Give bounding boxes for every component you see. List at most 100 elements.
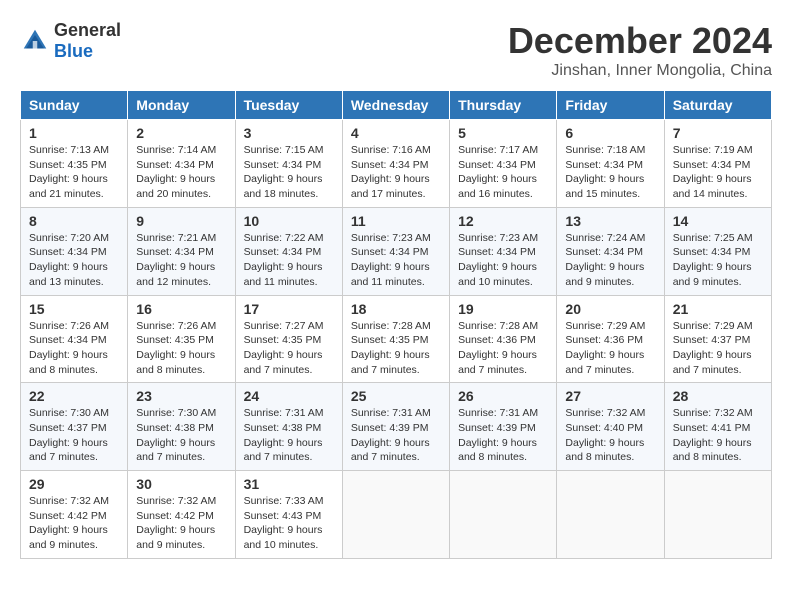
day-number: 26 (458, 388, 548, 404)
calendar-cell (342, 471, 449, 559)
calendar-cell: 7 Sunrise: 7:19 AMSunset: 4:34 PMDaylight… (664, 120, 771, 208)
calendar-cell: 6Sunrise: 7:18 AMSunset: 4:34 PMDaylight… (557, 120, 664, 208)
day-info: Sunrise: 7:14 AMSunset: 4:34 PMDaylight:… (136, 143, 226, 202)
day-number: 24 (244, 388, 334, 404)
calendar-cell: 11Sunrise: 7:23 AMSunset: 4:34 PMDayligh… (342, 207, 449, 295)
day-info: Sunrise: 7:31 AMSunset: 4:39 PMDaylight:… (351, 406, 441, 465)
day-number: 9 (136, 213, 226, 229)
calendar-table: SundayMondayTuesdayWednesdayThursdayFrid… (20, 90, 772, 559)
day-info: Sunrise: 7:23 AMSunset: 4:34 PMDaylight:… (351, 231, 441, 290)
calendar-header: SundayMondayTuesdayWednesdayThursdayFrid… (21, 91, 772, 120)
weekday-header: Tuesday (235, 91, 342, 120)
calendar-cell: 24 Sunrise: 7:31 AMSunset: 4:38 PMDayligh… (235, 383, 342, 471)
calendar-cell (664, 471, 771, 559)
logo-icon (20, 26, 50, 56)
day-info: Sunrise: 7:19 AMSunset: 4:34 PMDaylight:… (673, 143, 763, 202)
calendar-cell: 20 Sunrise: 7:29 AMSunset: 4:36 PMDayligh… (557, 295, 664, 383)
day-number: 5 (458, 125, 548, 141)
day-number: 25 (351, 388, 441, 404)
day-info: Sunrise: 7:26 AMSunset: 4:34 PMDaylight:… (29, 319, 119, 378)
calendar-cell: 2Sunrise: 7:14 AMSunset: 4:34 PMDaylight… (128, 120, 235, 208)
weekday-header: Sunday (21, 91, 128, 120)
calendar-cell: 28 Sunrise: 7:32 AMSunset: 4:41 PMDayligh… (664, 383, 771, 471)
day-number: 7 (673, 125, 763, 141)
day-number: 22 (29, 388, 119, 404)
calendar-cell: 15Sunrise: 7:26 AMSunset: 4:34 PMDayligh… (21, 295, 128, 383)
calendar-cell: 19 Sunrise: 7:28 AMSunset: 4:36 PMDayligh… (450, 295, 557, 383)
weekday-header: Wednesday (342, 91, 449, 120)
day-info: Sunrise: 7:15 AMSunset: 4:34 PMDaylight:… (244, 143, 334, 202)
day-info: Sunrise: 7:25 AMSunset: 4:34 PMDaylight:… (673, 231, 763, 290)
weekday-header: Monday (128, 91, 235, 120)
calendar-week: 15Sunrise: 7:26 AMSunset: 4:34 PMDayligh… (21, 295, 772, 383)
day-number: 30 (136, 476, 226, 492)
page-header: General Blue December 2024 Jinshan, Inne… (20, 20, 772, 80)
calendar-week: 1Sunrise: 7:13 AMSunset: 4:35 PMDaylight… (21, 120, 772, 208)
calendar-cell: 9Sunrise: 7:21 AMSunset: 4:34 PMDaylight… (128, 207, 235, 295)
day-number: 12 (458, 213, 548, 229)
day-info: Sunrise: 7:27 AMSunset: 4:35 PMDaylight:… (244, 319, 334, 378)
calendar-cell: 10Sunrise: 7:22 AMSunset: 4:34 PMDayligh… (235, 207, 342, 295)
day-number: 16 (136, 301, 226, 317)
day-info: Sunrise: 7:20 AMSunset: 4:34 PMDaylight:… (29, 231, 119, 290)
day-info: Sunrise: 7:26 AMSunset: 4:35 PMDaylight:… (136, 319, 226, 378)
calendar-cell: 21Sunrise: 7:29 AMSunset: 4:37 PMDayligh… (664, 295, 771, 383)
day-info: Sunrise: 7:30 AMSunset: 4:38 PMDaylight:… (136, 406, 226, 465)
calendar-cell: 31Sunrise: 7:33 AMSunset: 4:43 PMDayligh… (235, 471, 342, 559)
day-number: 3 (244, 125, 334, 141)
calendar-body: 1Sunrise: 7:13 AMSunset: 4:35 PMDaylight… (21, 120, 772, 559)
day-info: Sunrise: 7:31 AMSunset: 4:38 PMDaylight:… (244, 406, 334, 465)
month-title: December 2024 (508, 20, 772, 62)
day-info: Sunrise: 7:32 AMSunset: 4:40 PMDaylight:… (565, 406, 655, 465)
logo-general: General (54, 20, 121, 40)
day-info: Sunrise: 7:28 AMSunset: 4:35 PMDaylight:… (351, 319, 441, 378)
day-number: 20 (565, 301, 655, 317)
day-number: 23 (136, 388, 226, 404)
calendar-cell: 13 Sunrise: 7:24 AMSunset: 4:34 PMDayligh… (557, 207, 664, 295)
calendar-cell (450, 471, 557, 559)
day-info: Sunrise: 7:28 AMSunset: 4:36 PMDaylight:… (458, 319, 548, 378)
day-number: 21 (673, 301, 763, 317)
day-number: 18 (351, 301, 441, 317)
day-info: Sunrise: 7:31 AMSunset: 4:39 PMDaylight:… (458, 406, 548, 465)
day-info: Sunrise: 7:23 AMSunset: 4:34 PMDaylight:… (458, 231, 548, 290)
weekday-header: Saturday (664, 91, 771, 120)
location: Jinshan, Inner Mongolia, China (508, 62, 772, 80)
calendar-cell: 16 Sunrise: 7:26 AMSunset: 4:35 PMDayligh… (128, 295, 235, 383)
calendar-cell: 17Sunrise: 7:27 AMSunset: 4:35 PMDayligh… (235, 295, 342, 383)
day-number: 6 (565, 125, 655, 141)
calendar-cell: 23 Sunrise: 7:30 AMSunset: 4:38 PMDayligh… (128, 383, 235, 471)
day-number: 27 (565, 388, 655, 404)
day-info: Sunrise: 7:32 AMSunset: 4:42 PMDaylight:… (136, 494, 226, 553)
calendar-week: 29 Sunrise: 7:32 AMSunset: 4:42 PMDayligh… (21, 471, 772, 559)
day-number: 13 (565, 213, 655, 229)
day-info: Sunrise: 7:13 AMSunset: 4:35 PMDaylight:… (29, 143, 119, 202)
weekday-header: Friday (557, 91, 664, 120)
calendar-cell: 4 Sunrise: 7:16 AMSunset: 4:34 PMDaylight… (342, 120, 449, 208)
calendar-cell: 18 Sunrise: 7:28 AMSunset: 4:35 PMDayligh… (342, 295, 449, 383)
calendar-cell: 1Sunrise: 7:13 AMSunset: 4:35 PMDaylight… (21, 120, 128, 208)
day-info: Sunrise: 7:32 AMSunset: 4:42 PMDaylight:… (29, 494, 119, 553)
day-number: 10 (244, 213, 334, 229)
day-number: 14 (673, 213, 763, 229)
day-number: 4 (351, 125, 441, 141)
day-number: 29 (29, 476, 119, 492)
day-info: Sunrise: 7:29 AMSunset: 4:36 PMDaylight:… (565, 319, 655, 378)
calendar-cell: 30 Sunrise: 7:32 AMSunset: 4:42 PMDayligh… (128, 471, 235, 559)
weekday-row: SundayMondayTuesdayWednesdayThursdayFrid… (21, 91, 772, 120)
day-number: 8 (29, 213, 119, 229)
day-number: 28 (673, 388, 763, 404)
day-info: Sunrise: 7:33 AMSunset: 4:43 PMDaylight:… (244, 494, 334, 553)
calendar-cell: 22 Sunrise: 7:30 AMSunset: 4:37 PMDayligh… (21, 383, 128, 471)
day-info: Sunrise: 7:32 AMSunset: 4:41 PMDaylight:… (673, 406, 763, 465)
logo-blue: Blue (54, 41, 93, 61)
calendar-cell: 25 Sunrise: 7:31 AMSunset: 4:39 PMDayligh… (342, 383, 449, 471)
day-number: 19 (458, 301, 548, 317)
day-info: Sunrise: 7:16 AMSunset: 4:34 PMDaylight:… (351, 143, 441, 202)
day-info: Sunrise: 7:30 AMSunset: 4:37 PMDaylight:… (29, 406, 119, 465)
calendar-cell: 29 Sunrise: 7:32 AMSunset: 4:42 PMDayligh… (21, 471, 128, 559)
calendar-week: 22 Sunrise: 7:30 AMSunset: 4:37 PMDayligh… (21, 383, 772, 471)
day-info: Sunrise: 7:24 AMSunset: 4:34 PMDaylight:… (565, 231, 655, 290)
title-block: December 2024 Jinshan, Inner Mongolia, C… (508, 20, 772, 80)
logo-text: General Blue (54, 20, 121, 62)
